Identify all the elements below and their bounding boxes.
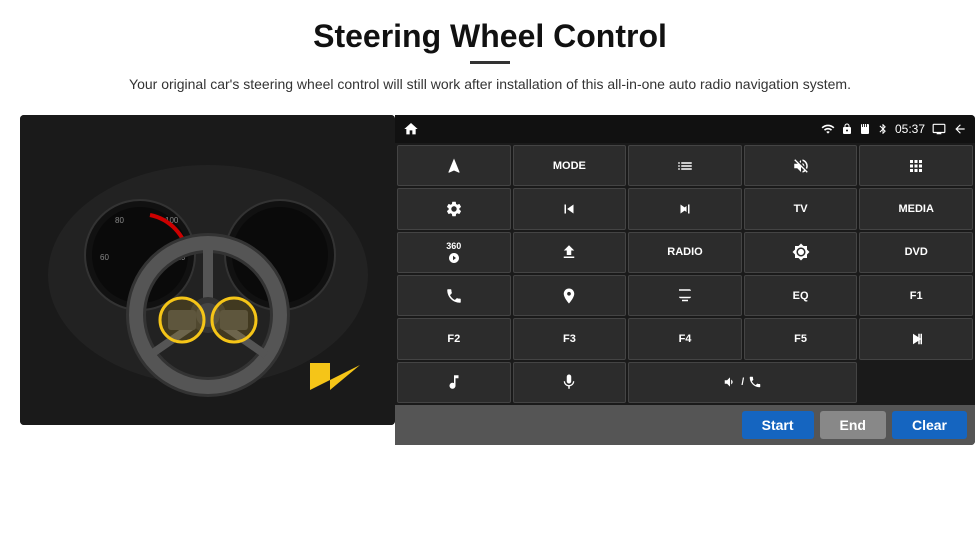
clear-button[interactable]: Clear: [892, 411, 967, 439]
end-button[interactable]: End: [820, 411, 886, 439]
status-right-icons: 05:37: [821, 122, 967, 136]
mode-button[interactable]: MODE: [513, 145, 627, 186]
f1-button[interactable]: F1: [859, 275, 973, 316]
media-button[interactable]: MEDIA: [859, 188, 973, 229]
prev-button[interactable]: [513, 188, 627, 229]
music-button[interactable]: [397, 362, 511, 403]
brightness-button[interactable]: [744, 232, 858, 273]
settings-button[interactable]: [397, 188, 511, 229]
action-bar: Start End Clear: [395, 405, 975, 445]
status-bar: 05:37: [395, 115, 975, 143]
title-divider: [470, 61, 510, 64]
status-time: 05:37: [895, 122, 925, 136]
mute-button[interactable]: [744, 145, 858, 186]
vol-phone-button[interactable]: /: [628, 362, 857, 403]
start-button[interactable]: Start: [742, 411, 814, 439]
page-header: Steering Wheel Control Your original car…: [0, 0, 980, 105]
display-button[interactable]: [628, 275, 742, 316]
f5-button[interactable]: F5: [744, 318, 858, 359]
phone-button[interactable]: [397, 275, 511, 316]
camera360-button[interactable]: 360: [397, 232, 511, 273]
mic-button[interactable]: [513, 362, 627, 403]
svg-text:60: 60: [100, 253, 109, 262]
eq-button[interactable]: EQ: [744, 275, 858, 316]
svg-text:80: 80: [115, 216, 124, 225]
dvd-button[interactable]: DVD: [859, 232, 973, 273]
menu-button[interactable]: [628, 145, 742, 186]
apps-button[interactable]: [859, 145, 973, 186]
f4-button[interactable]: F4: [628, 318, 742, 359]
status-left-icons: [403, 121, 419, 137]
eject-button[interactable]: [513, 232, 627, 273]
car-image: 80 100 60 120: [20, 115, 395, 425]
tv-button[interactable]: TV: [744, 188, 858, 229]
android-panel: 05:37 MODE: [395, 115, 975, 445]
radio-button[interactable]: RADIO: [628, 232, 742, 273]
next-button[interactable]: [628, 188, 742, 229]
f2-button[interactable]: F2: [397, 318, 511, 359]
main-content: 80 100 60 120: [0, 115, 980, 445]
play-pause-button[interactable]: [859, 318, 973, 359]
nav-button[interactable]: [397, 145, 511, 186]
page-title: Steering Wheel Control: [40, 18, 940, 55]
gps-button[interactable]: [513, 275, 627, 316]
f3-button[interactable]: F3: [513, 318, 627, 359]
control-grid: MODE TV MEDIA: [395, 143, 975, 405]
header-subtitle: Your original car's steering wheel contr…: [40, 74, 940, 95]
